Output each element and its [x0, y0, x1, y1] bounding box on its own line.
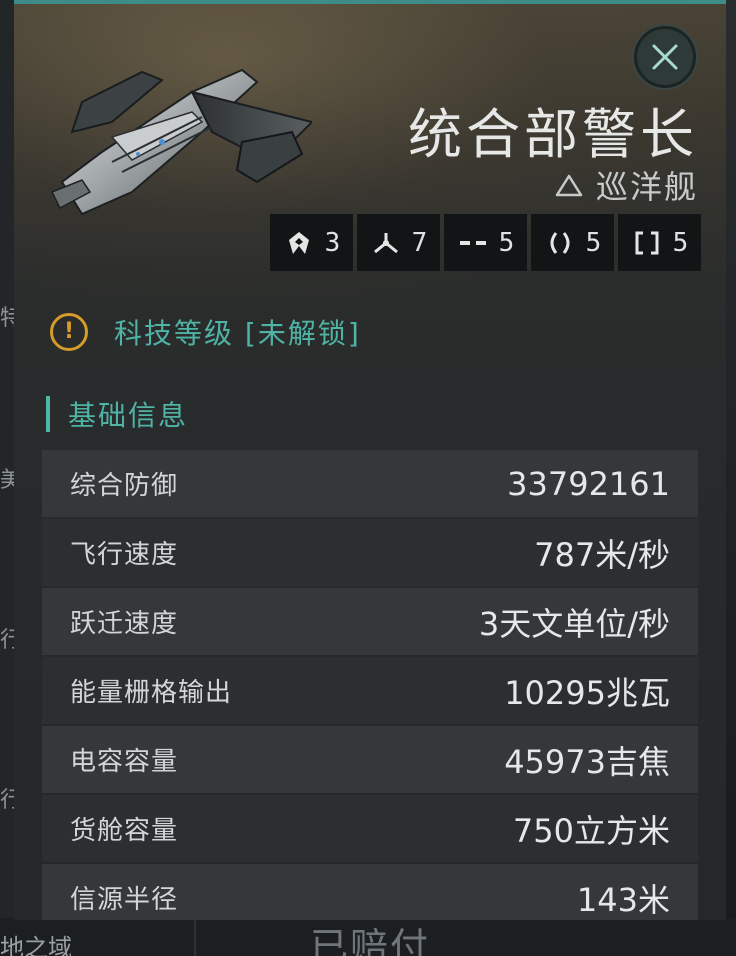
slot-count: 3: [324, 227, 341, 258]
stat-label: 跃迁速度: [70, 609, 179, 639]
stat-row: 飞行速度 787米/秒: [42, 519, 698, 586]
stat-label: 能量栅格输出: [70, 678, 233, 708]
stat-row: 信源半径 143米: [42, 864, 698, 920]
stat-row: 能量栅格输出 10295兆瓦: [42, 657, 698, 724]
stat-row: 跃迁速度 3天文单位/秒: [42, 588, 698, 655]
stat-value: 45973吉焦: [504, 742, 670, 781]
drone-icon: [288, 231, 309, 254]
slot-drone[interactable]: 3: [270, 214, 353, 271]
stat-value: 3天文单位/秒: [478, 604, 670, 643]
background-status-text: 已赔付: [310, 925, 431, 956]
slot-turret[interactable]: 7: [357, 214, 440, 271]
stat-value: 10295兆瓦: [504, 673, 670, 712]
close-button[interactable]: [634, 26, 696, 88]
stat-row: 货舱容量 750立方米: [42, 795, 698, 862]
section-accent-bar: [46, 396, 50, 432]
background-text: 特: [0, 306, 14, 331]
slot-mid[interactable]: 5: [531, 214, 614, 271]
dash-icon: [459, 240, 486, 245]
stat-value: 750立方米: [512, 811, 670, 850]
bracket-square-icon: [635, 231, 659, 254]
slot-low[interactable]: 5: [444, 214, 527, 271]
stat-value: 787米/秒: [534, 535, 670, 574]
stat-row: 综合防御 33792161: [42, 450, 698, 517]
panel-top-accent: [14, 0, 726, 4]
stat-label: 货舱容量: [70, 816, 179, 846]
slot-summary: 3 7 5 5 5: [270, 214, 701, 271]
stat-label: 综合防御: [70, 471, 179, 501]
turret-icon: [373, 232, 398, 253]
ship-class-label: 巡洋舰: [595, 168, 698, 206]
ship-class: 巡洋舰: [554, 162, 698, 208]
slot-count: 7: [411, 227, 428, 258]
slot-count: 5: [498, 227, 515, 258]
background-text: 行: [0, 788, 14, 813]
tech-level-label: 科技等级 [未解锁]: [114, 317, 361, 350]
ship-info-panel: 统合部警长 巡洋舰 3 7 5 5 5 ! 科技等级 [未解锁] 基础信息 综合…: [14, 0, 726, 920]
background-text: 地之域: [0, 934, 72, 956]
tech-level[interactable]: ! 科技等级 [未解锁]: [50, 312, 361, 352]
stat-label: 信源半径: [70, 885, 179, 915]
section-header: 基础信息: [46, 394, 188, 434]
stat-label: 飞行速度: [70, 540, 179, 570]
background-bottom-strip: 地之域 已赔付: [0, 918, 736, 956]
slot-high[interactable]: 5: [618, 214, 701, 271]
section-title: 基础信息: [68, 399, 189, 432]
background-text: 美: [0, 468, 14, 493]
bracket-round-icon: [550, 231, 570, 254]
stat-value: 33792161: [507, 464, 670, 503]
divider: [194, 918, 196, 956]
close-icon: [652, 44, 678, 70]
slot-count: 5: [585, 227, 602, 258]
slot-count: 5: [672, 227, 689, 258]
stats-table: 综合防御 33792161 飞行速度 787米/秒 跃迁速度 3天文单位/秒 能…: [42, 450, 698, 920]
ship-name: 统合部警长: [408, 103, 698, 166]
stat-row: 电容容量 45973吉焦: [42, 726, 698, 793]
ship-image: [50, 68, 312, 216]
stat-value: 143米: [576, 880, 670, 919]
background-left-strip: 特 美 行 行: [0, 0, 14, 956]
warning-icon: !: [50, 313, 88, 351]
house-outline-icon: [554, 170, 584, 200]
background-text: 行: [0, 628, 14, 653]
stat-label: 电容容量: [70, 747, 179, 777]
